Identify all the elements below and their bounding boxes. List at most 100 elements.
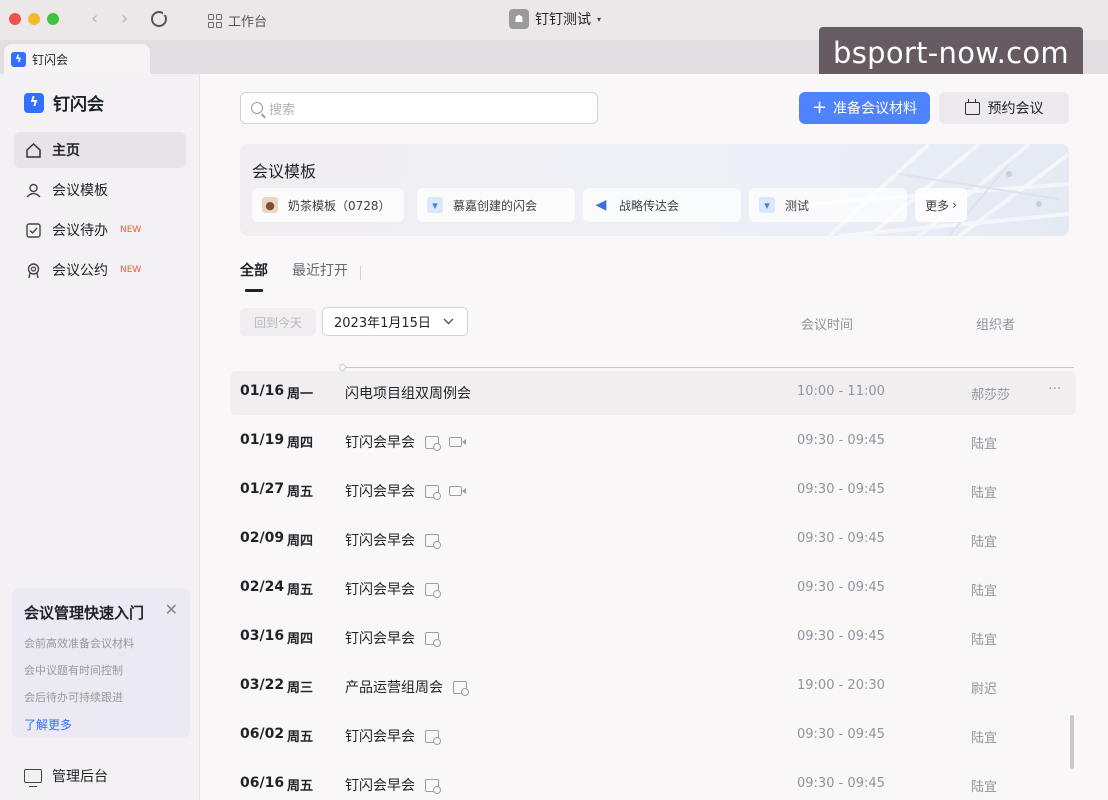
meeting-title: 钉闪会早会 xyxy=(345,435,415,451)
meeting-row[interactable]: 03/16 周四 钉闪会早会 09:30 - 09:45 陆宜 xyxy=(230,616,1076,660)
meeting-row[interactable]: 06/16 周五 钉闪会早会 09:30 - 09:45 陆宜 xyxy=(230,763,1076,800)
tab-dingshanhui[interactable]: ϟ 钉闪会 xyxy=(4,44,150,74)
tab-recent[interactable]: 最近打开 xyxy=(292,260,348,292)
prepare-materials-button[interactable]: + 准备会议材料 xyxy=(799,92,930,124)
meeting-date: 01/16 xyxy=(240,383,285,399)
date-picker[interactable]: 2023年1月15日 xyxy=(322,307,468,336)
column-header-organizer: 组织者 xyxy=(976,318,1016,333)
learn-more-link[interactable]: 了解更多 xyxy=(24,716,72,733)
template-icon xyxy=(24,181,42,199)
schedule-icon xyxy=(425,484,441,500)
meeting-row[interactable]: 06/02 周五 钉闪会早会 09:30 - 09:45 陆宜 xyxy=(230,714,1076,758)
meeting-title-group: 闪电项目组双周例会 xyxy=(345,383,471,403)
meeting-date: 03/16 xyxy=(240,628,285,644)
template-card[interactable]: ◀ 战略传达会 xyxy=(583,188,741,222)
meeting-row[interactable]: 01/27 周五 钉闪会早会 09:30 - 09:45 陆宜 xyxy=(230,469,1076,513)
new-badge: NEW xyxy=(120,225,142,235)
sidebar-item-home[interactable]: 主页 xyxy=(14,132,186,168)
meeting-time: 09:30 - 09:45 xyxy=(797,580,885,595)
close-icon[interactable]: ✕ xyxy=(165,600,178,619)
video-icon xyxy=(449,486,466,496)
more-options-icon[interactable]: ··· xyxy=(1048,381,1061,397)
sidebar-item-label: 主页 xyxy=(52,143,80,159)
meeting-time: 09:30 - 09:45 xyxy=(797,727,885,742)
app-logo-icon: ϟ xyxy=(24,92,44,113)
more-label: 更多 xyxy=(925,198,950,213)
org-name: 钉钉测试 xyxy=(535,12,591,28)
milk-tea-icon: ● xyxy=(262,197,278,213)
meeting-row[interactable]: 03/22 周三 产品运营组周会 19:00 - 20:30 尉迟 xyxy=(230,665,1076,709)
meeting-title: 闪电项目组双周例会 xyxy=(345,386,471,402)
quick-start-card: 会议管理快速入门 ✕ 会前高效准备会议材料 会中议题有时间控制 会后待办可持续跟… xyxy=(12,588,190,738)
meeting-row[interactable]: 02/09 周四 钉闪会早会 09:30 - 09:45 陆宜 xyxy=(230,518,1076,562)
meeting-weekday: 周五 xyxy=(287,485,314,500)
brand: ϟ 钉闪会 xyxy=(24,90,104,115)
template-panel: 会议模板 ● 奶茶模板（0728） ▾ 慕嘉创建的闪会 ◀ 战略传达会 ▾ 测试… xyxy=(240,144,1069,236)
meeting-organizer: 尉迟 xyxy=(971,682,998,697)
scrollbar[interactable] xyxy=(1070,715,1074,769)
sidebar-item-templates[interactable]: 会议模板 xyxy=(14,172,186,208)
meeting-title: 产品运营组周会 xyxy=(345,680,443,696)
template-label: 测试 xyxy=(785,198,810,213)
template-card[interactable]: ▾ 慕嘉创建的闪会 xyxy=(417,188,575,222)
meeting-weekday: 周一 xyxy=(287,387,314,402)
tab-divider xyxy=(360,266,361,280)
meeting-title: 钉闪会早会 xyxy=(345,582,415,598)
back-arrow-icon[interactable]: ‹ xyxy=(91,10,98,28)
forward-arrow-icon[interactable]: › xyxy=(121,10,128,28)
meeting-row[interactable]: 02/24 周五 钉闪会早会 09:30 - 09:45 陆宜 xyxy=(230,567,1076,611)
tab-all[interactable]: 全部 xyxy=(240,260,268,292)
admin-console-button[interactable]: 管理后台 xyxy=(24,766,108,787)
book-meeting-button[interactable]: 预约会议 xyxy=(939,92,1069,124)
meeting-organizer: 郝莎莎 xyxy=(971,388,1011,403)
meeting-title-group: 钉闪会早会 xyxy=(345,530,441,550)
schedule-icon xyxy=(425,631,441,647)
meeting-time: 10:00 - 11:00 xyxy=(797,384,885,399)
meeting-time: 09:30 - 09:45 xyxy=(797,629,885,644)
meeting-title-group: 钉闪会早会 xyxy=(345,432,466,452)
maximize-window-button[interactable] xyxy=(47,13,59,25)
back-to-today-button[interactable]: 回到今天 xyxy=(240,308,316,336)
column-header-time: 会议时间 xyxy=(801,318,854,333)
schedule-icon xyxy=(425,435,441,451)
search-icon xyxy=(251,102,263,114)
template-card[interactable]: ● 奶茶模板（0728） xyxy=(252,188,404,222)
prepare-label: 准备会议材料 xyxy=(833,101,918,117)
schedule-icon xyxy=(425,582,441,598)
quick-start-line: 会中议题有时间控制 xyxy=(24,664,123,677)
meeting-date: 02/24 xyxy=(240,579,285,595)
sidebar-item-label: 会议待办 xyxy=(52,223,108,239)
meeting-weekday: 周四 xyxy=(287,436,314,451)
meeting-title: 钉闪会早会 xyxy=(345,484,415,500)
meeting-date: 06/02 xyxy=(240,726,285,742)
meeting-time: 09:30 - 09:45 xyxy=(797,531,885,546)
sidebar: ϟ 钉闪会 主页 会议模板 会议待办 NEW 会议公约 NEW 会议管理快速入门… xyxy=(0,74,200,800)
meeting-weekday: 周四 xyxy=(287,534,314,549)
meeting-row[interactable]: 01/19 周四 钉闪会早会 09:30 - 09:45 陆宜 xyxy=(230,420,1076,464)
org-avatar-icon: ☗ xyxy=(509,9,529,29)
plus-icon: + xyxy=(811,97,828,118)
meeting-weekday: 周五 xyxy=(287,779,314,794)
meeting-weekday: 周五 xyxy=(287,583,314,598)
template-label: 战略传达会 xyxy=(619,198,680,213)
org-switcher[interactable]: ☗ 钉钉测试 ▾ xyxy=(509,9,601,29)
close-window-button[interactable] xyxy=(9,13,21,25)
now-line xyxy=(342,367,1074,368)
schedule-icon xyxy=(425,778,441,794)
tshirt-icon: ▾ xyxy=(759,197,775,213)
refresh-icon[interactable] xyxy=(151,10,168,27)
more-templates-button[interactable]: 更多 › xyxy=(915,188,967,222)
watermark: bsport-now.com xyxy=(819,27,1083,79)
workbench-button[interactable]: 工作台 xyxy=(208,11,267,30)
sidebar-item-conventions[interactable]: 会议公约 NEW xyxy=(14,252,186,288)
sidebar-item-todo[interactable]: 会议待办 NEW xyxy=(14,212,186,248)
search-input[interactable]: 搜索 xyxy=(240,92,598,124)
meeting-time: 09:30 - 09:45 xyxy=(797,776,885,791)
minimize-window-button[interactable] xyxy=(28,13,40,25)
calendar-icon xyxy=(964,98,980,115)
template-card[interactable]: ▾ 测试 xyxy=(749,188,907,222)
meeting-date: 01/19 xyxy=(240,432,285,448)
chevron-right-icon: › xyxy=(952,198,957,212)
meeting-row[interactable]: 01/16 周一 闪电项目组双周例会 10:00 - 11:00 郝莎莎 ··· xyxy=(230,371,1076,415)
meeting-organizer: 陆宜 xyxy=(971,633,998,648)
